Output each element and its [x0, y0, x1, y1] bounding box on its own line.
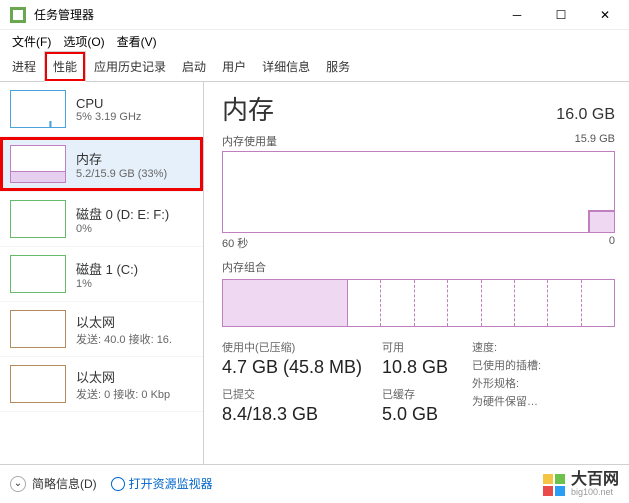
committed-value: 8.4/18.3 GB [222, 404, 382, 425]
tab-users[interactable]: 用户 [214, 52, 254, 81]
sidebar-item-disk0[interactable]: 磁盘 0 (D: E: F:) 0% [0, 192, 203, 247]
sidebar-item-sub: 5% 3.19 GHz [76, 111, 141, 123]
tab-performance[interactable]: 性能 [44, 51, 86, 82]
tabbar: 进程 性能 应用历史记录 启动 用户 详细信息 服务 [0, 52, 629, 82]
chevron-down-icon: ⌄ [10, 476, 26, 492]
tab-details[interactable]: 详细信息 [254, 52, 318, 81]
chart-x-right: 0 [609, 235, 615, 251]
brief-info-button[interactable]: ⌄ 简略信息(D) [10, 475, 97, 492]
slots-label: 已使用的插槽: [472, 357, 615, 373]
sidebar-item-label: 以太网 [76, 312, 172, 331]
close-button[interactable]: ✕ [583, 1, 627, 29]
composition-used [223, 280, 348, 326]
open-resmon-link[interactable]: 打开资源监视器 [111, 475, 213, 492]
sidebar-item-sub: 发送: 0 接收: 0 Kbp [76, 386, 170, 402]
watermark-url: big100.net [571, 488, 619, 497]
titlebar: 任务管理器 ─ ☐ ✕ [0, 0, 629, 30]
page-title: 内存 [222, 90, 274, 127]
ethernet-thumb-icon [10, 310, 66, 348]
sidebar-item-ethernet0[interactable]: 以太网 发送: 40.0 接收: 16. [0, 302, 203, 357]
sidebar-item-label: 以太网 [76, 367, 170, 386]
speed-label: 速度: [472, 339, 615, 355]
main-panel: 内存 16.0 GB 内存使用量 15.9 GB 60 秒 0 内存组合 使用中… [204, 82, 629, 464]
sidebar-item-memory[interactable]: 内存 5.2/15.9 GB (33%) [0, 137, 203, 192]
disk-thumb-icon [10, 255, 66, 293]
inuse-label: 使用中(已压缩) [222, 339, 382, 355]
available-label: 可用 [382, 339, 472, 355]
footer: ⌄ 简略信息(D) 打开资源监视器 [0, 464, 629, 502]
sidebar-item-disk1[interactable]: 磁盘 1 (C:) 1% [0, 247, 203, 302]
ethernet-thumb-icon [10, 365, 66, 403]
resmon-label: 打开资源监视器 [129, 475, 213, 492]
committed-label: 已提交 [222, 386, 382, 402]
sidebar: CPU 5% 3.19 GHz 内存 5.2/15.9 GB (33%) 磁盘 … [0, 82, 204, 464]
sidebar-item-cpu[interactable]: CPU 5% 3.19 GHz [0, 82, 203, 137]
watermark-name: 大百网 [571, 472, 619, 488]
cpu-thumb-icon [10, 90, 66, 128]
brief-label: 简略信息(D) [32, 475, 97, 492]
sidebar-item-label: 内存 [76, 149, 167, 168]
menu-view[interactable]: 查看(V) [111, 31, 163, 52]
watermark-logo-icon [543, 474, 565, 496]
memory-thumb-icon [10, 145, 66, 183]
memory-usage-chart [222, 151, 615, 233]
sidebar-item-ethernet1[interactable]: 以太网 发送: 0 接收: 0 Kbp [0, 357, 203, 412]
available-value: 10.8 GB [382, 357, 472, 378]
chart-fill [588, 210, 614, 232]
usage-chart-label: 内存使用量 [222, 133, 277, 149]
minimize-button[interactable]: ─ [495, 1, 539, 29]
form-label: 外形规格: [472, 375, 615, 391]
menu-options[interactable]: 选项(O) [57, 31, 110, 52]
inuse-value: 4.7 GB (45.8 MB) [222, 357, 382, 378]
menu-file[interactable]: 文件(F) [6, 31, 57, 52]
sidebar-item-label: 磁盘 1 (C:) [76, 259, 138, 278]
memory-total: 16.0 GB [556, 106, 615, 124]
window-title: 任务管理器 [34, 6, 495, 23]
cached-value: 5.0 GB [382, 404, 472, 425]
taskmgr-icon [10, 7, 26, 23]
memory-composition-chart [222, 279, 615, 327]
sidebar-item-label: CPU [76, 96, 141, 111]
watermark: 大百网 big100.net [543, 472, 619, 497]
usage-chart-max: 15.9 GB [575, 133, 615, 149]
sidebar-item-sub: 0% [76, 223, 169, 235]
tab-apphistory[interactable]: 应用历史记录 [86, 52, 174, 81]
menubar: 文件(F) 选项(O) 查看(V) [0, 30, 629, 52]
chart-x-left: 60 秒 [222, 235, 248, 251]
composition-label: 内存组合 [222, 259, 615, 275]
sidebar-item-sub: 5.2/15.9 GB (33%) [76, 168, 167, 180]
sidebar-item-sub: 1% [76, 278, 138, 290]
maximize-button[interactable]: ☐ [539, 1, 583, 29]
tab-processes[interactable]: 进程 [4, 52, 44, 81]
sidebar-item-label: 磁盘 0 (D: E: F:) [76, 204, 169, 223]
sidebar-item-sub: 发送: 40.0 接收: 16. [76, 331, 172, 347]
disk-thumb-icon [10, 200, 66, 238]
reserved-label: 为硬件保留… [472, 393, 615, 409]
tab-services[interactable]: 服务 [318, 52, 358, 81]
cached-label: 已缓存 [382, 386, 472, 402]
tab-startup[interactable]: 启动 [174, 52, 214, 81]
resmon-icon [111, 477, 125, 491]
